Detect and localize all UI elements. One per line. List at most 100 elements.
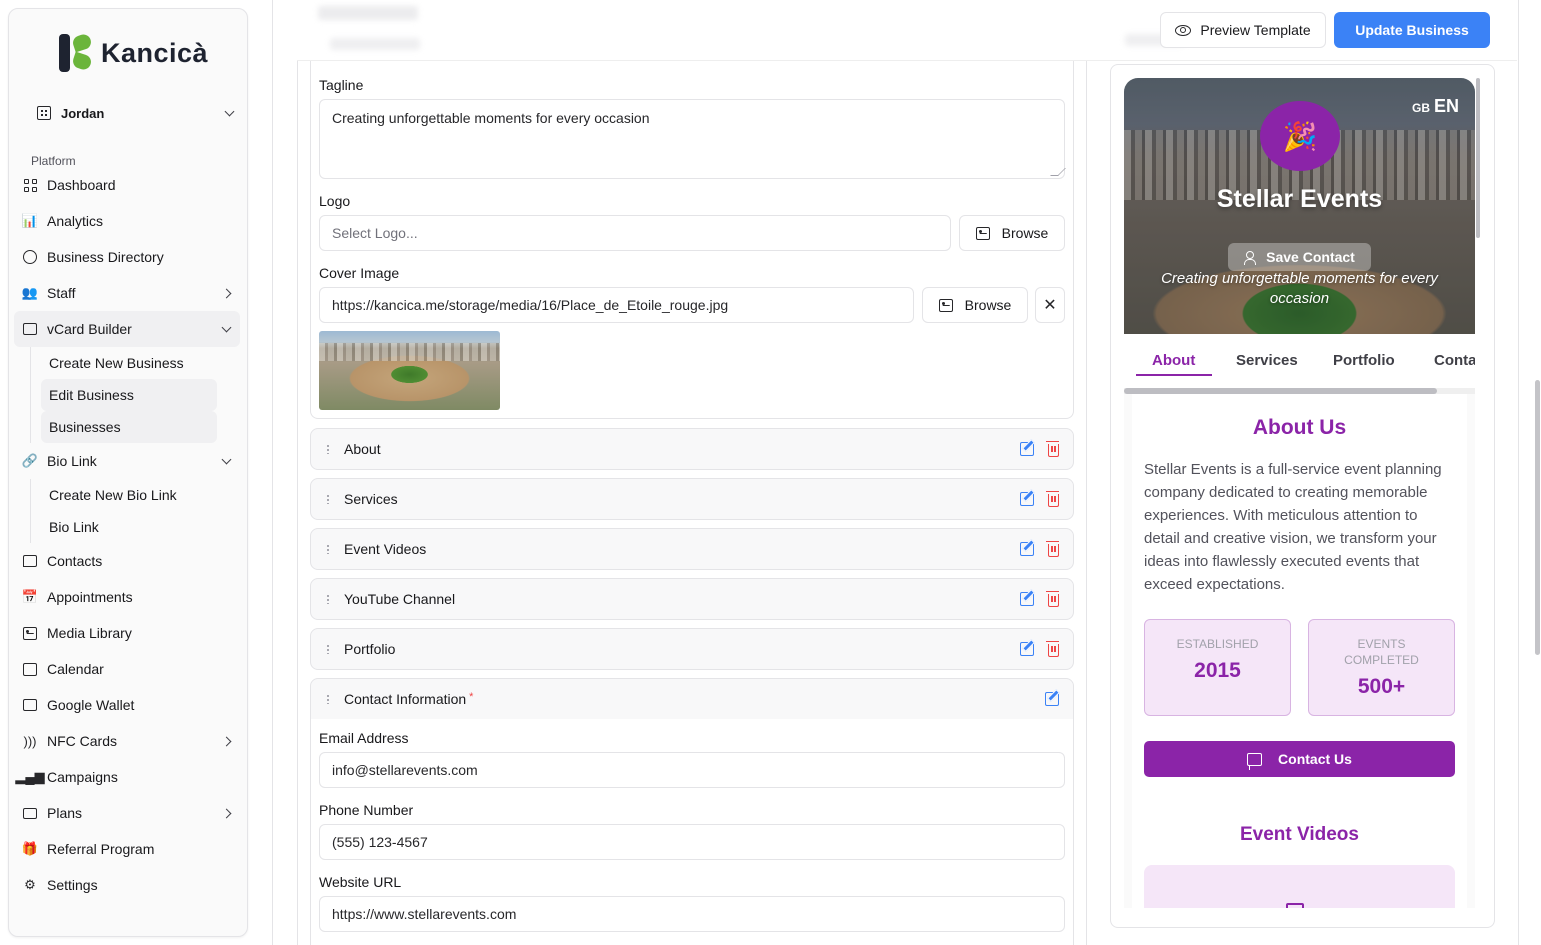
- save-contact-label: Save Contact: [1266, 249, 1355, 265]
- sidebar-item-create-new-bio-link[interactable]: Create New Bio Link: [41, 479, 217, 511]
- sidebar-item-label: NFC Cards: [47, 733, 118, 749]
- sidebar-item-plans[interactable]: Plans: [14, 795, 240, 831]
- section-row-services[interactable]: Services: [310, 478, 1074, 520]
- tab-portfolio[interactable]: Portfolio: [1333, 352, 1395, 369]
- contact-us-label: Contact Us: [1278, 751, 1352, 767]
- sidebar-item-vcard-builder[interactable]: vCard Builder: [14, 311, 240, 347]
- phone-field[interactable]: (555) 123-4567: [319, 824, 1065, 860]
- trash-icon[interactable]: [1046, 640, 1059, 657]
- edit-icon[interactable]: [1020, 642, 1034, 656]
- signal-bars-icon: ▂▄▆: [15, 769, 45, 784]
- save-contact-button[interactable]: Save Contact: [1228, 243, 1371, 271]
- sidebar-item-calendar[interactable]: Calendar: [14, 651, 240, 687]
- brand-name: Kancicà: [101, 37, 209, 68]
- tab-contact[interactable]: Conta: [1434, 352, 1475, 369]
- sidebar-item-label: Dashboard: [47, 177, 116, 193]
- sidebar-item-contacts[interactable]: Contacts: [14, 543, 240, 579]
- sidebar-item-bio-link-list[interactable]: Bio Link: [41, 511, 217, 543]
- sidebar-item-analytics[interactable]: 📊 Analytics: [14, 203, 240, 239]
- users-icon: 👥: [21, 285, 39, 300]
- bar-chart-icon: 📊: [21, 213, 39, 228]
- sidebar-item-appointments[interactable]: 📅 Appointments: [14, 579, 240, 615]
- edit-icon[interactable]: [1020, 492, 1034, 506]
- drag-handle-icon[interactable]: [326, 494, 330, 504]
- vcard-preview: GB EN 🎉 Stellar Events Save Contact Crea…: [1124, 78, 1475, 908]
- section-row-youtube-channel[interactable]: YouTube Channel: [310, 578, 1074, 620]
- stat-value: 500+: [1357, 675, 1406, 698]
- calendar-grid-icon: 📅: [21, 589, 39, 604]
- about-description: Stellar Events is a full-service event p…: [1144, 461, 1442, 593]
- cover-image-input[interactable]: https://kancica.me/storage/media/16/Plac…: [319, 287, 914, 323]
- edit-icon[interactable]: [1045, 692, 1059, 706]
- section-row-about[interactable]: About: [310, 428, 1074, 470]
- drag-handle-icon[interactable]: [326, 444, 330, 454]
- tagline-textarea[interactable]: Creating unforgettable moments for every…: [319, 99, 1066, 179]
- cover-image-thumbnail: [319, 331, 500, 410]
- logo-input[interactable]: Select Logo...: [319, 215, 951, 251]
- edit-icon[interactable]: [1020, 592, 1034, 606]
- edit-icon[interactable]: [1020, 442, 1034, 456]
- sidebar-item-businesses[interactable]: Businesses: [41, 411, 217, 443]
- tab-services[interactable]: Services: [1236, 352, 1298, 369]
- section-row-event-videos[interactable]: Event Videos: [310, 528, 1074, 570]
- drag-handle-icon[interactable]: [326, 644, 330, 654]
- preview-template-label: Preview Template: [1200, 22, 1311, 38]
- nfc-icon: ))): [23, 733, 37, 749]
- browse-label: Browse: [1001, 225, 1049, 241]
- sidebar-item-create-new-business[interactable]: Create New Business: [41, 347, 217, 379]
- sidebar-item-label: Campaigns: [47, 769, 118, 785]
- flag-icon: GB: [1411, 101, 1430, 115]
- stat-established: ESTABLISHED 2015: [1144, 619, 1291, 716]
- gift-icon: 🎁: [21, 841, 39, 856]
- blurred-heading: [318, 6, 418, 20]
- sidebar-item-media-library[interactable]: Media Library: [14, 615, 240, 651]
- drag-handle-icon[interactable]: [326, 594, 330, 604]
- chevron-right-icon: [221, 808, 232, 818]
- party-popper-icon: 🎉: [1260, 101, 1340, 171]
- logo-label: Logo: [319, 193, 351, 209]
- video-placeholder[interactable]: [1144, 865, 1455, 908]
- drag-handle-icon[interactable]: [326, 544, 330, 554]
- email-field[interactable]: info@stellarevents.com: [319, 752, 1065, 788]
- trash-icon[interactable]: [1046, 490, 1059, 507]
- organization-switcher[interactable]: Jordan: [37, 97, 235, 129]
- sidebar-item-nfc-cards[interactable]: ))) NFC Cards: [14, 723, 240, 759]
- website-field[interactable]: https://www.stellarevents.com: [319, 896, 1065, 932]
- update-business-button[interactable]: Update Business: [1334, 12, 1490, 48]
- edit-icon[interactable]: [1020, 542, 1034, 556]
- sidebar-item-campaigns[interactable]: ▂▄▆ Campaigns: [14, 759, 240, 795]
- section-row-contact-information[interactable]: Contact Information *: [310, 678, 1074, 720]
- trash-icon[interactable]: [1046, 590, 1059, 607]
- clear-cover-button[interactable]: ✕: [1035, 287, 1065, 323]
- section-row-portfolio[interactable]: Portfolio: [310, 628, 1074, 670]
- trash-icon[interactable]: [1046, 540, 1059, 557]
- logo-browse-button[interactable]: Browse: [959, 215, 1065, 251]
- resize-handle-icon[interactable]: [1050, 168, 1066, 176]
- sidebar-item-google-wallet[interactable]: Google Wallet: [14, 687, 240, 723]
- video-camera-icon: [1286, 903, 1304, 908]
- sidebar-item-dashboard[interactable]: Dashboard: [14, 167, 240, 203]
- business-name: Stellar Events: [1216, 185, 1383, 213]
- preview-scrollbar[interactable]: [1476, 78, 1480, 238]
- sidebar-item-label: Business Directory: [47, 249, 164, 265]
- contact-us-button[interactable]: Contact Us: [1144, 741, 1455, 777]
- sidebar-item-label: Analytics: [47, 213, 104, 229]
- sidebar-item-bio-link[interactable]: 🔗 Bio Link: [14, 443, 240, 479]
- sidebar-item-edit-business[interactable]: Edit Business: [41, 379, 217, 411]
- tab-about[interactable]: About: [1152, 352, 1195, 369]
- sidebar-item-referral-program[interactable]: 🎁 Referral Program: [14, 831, 240, 867]
- trash-icon[interactable]: [1046, 440, 1059, 457]
- preview-tabs: About Services Portfolio Conta: [1124, 334, 1475, 388]
- business-tagline: Creating unforgettable moments for every…: [1161, 270, 1438, 307]
- sidebar-item-staff[interactable]: 👥 Staff: [14, 275, 240, 311]
- language-switcher[interactable]: GB EN: [1412, 96, 1459, 117]
- brand-logo[interactable]: Kancicà: [59, 31, 208, 75]
- sidebar-item-business-directory[interactable]: Business Directory: [14, 239, 240, 275]
- page-scrollbar[interactable]: [1535, 380, 1540, 655]
- drag-handle-icon[interactable]: [326, 694, 330, 704]
- preview-template-button[interactable]: Preview Template: [1160, 12, 1326, 48]
- sidebar-item-label: Contacts: [47, 553, 103, 569]
- sidebar-item-settings[interactable]: ⚙ Settings: [14, 867, 240, 903]
- cover-image-label: Cover Image: [319, 265, 400, 281]
- cover-browse-button[interactable]: Browse: [922, 287, 1028, 323]
